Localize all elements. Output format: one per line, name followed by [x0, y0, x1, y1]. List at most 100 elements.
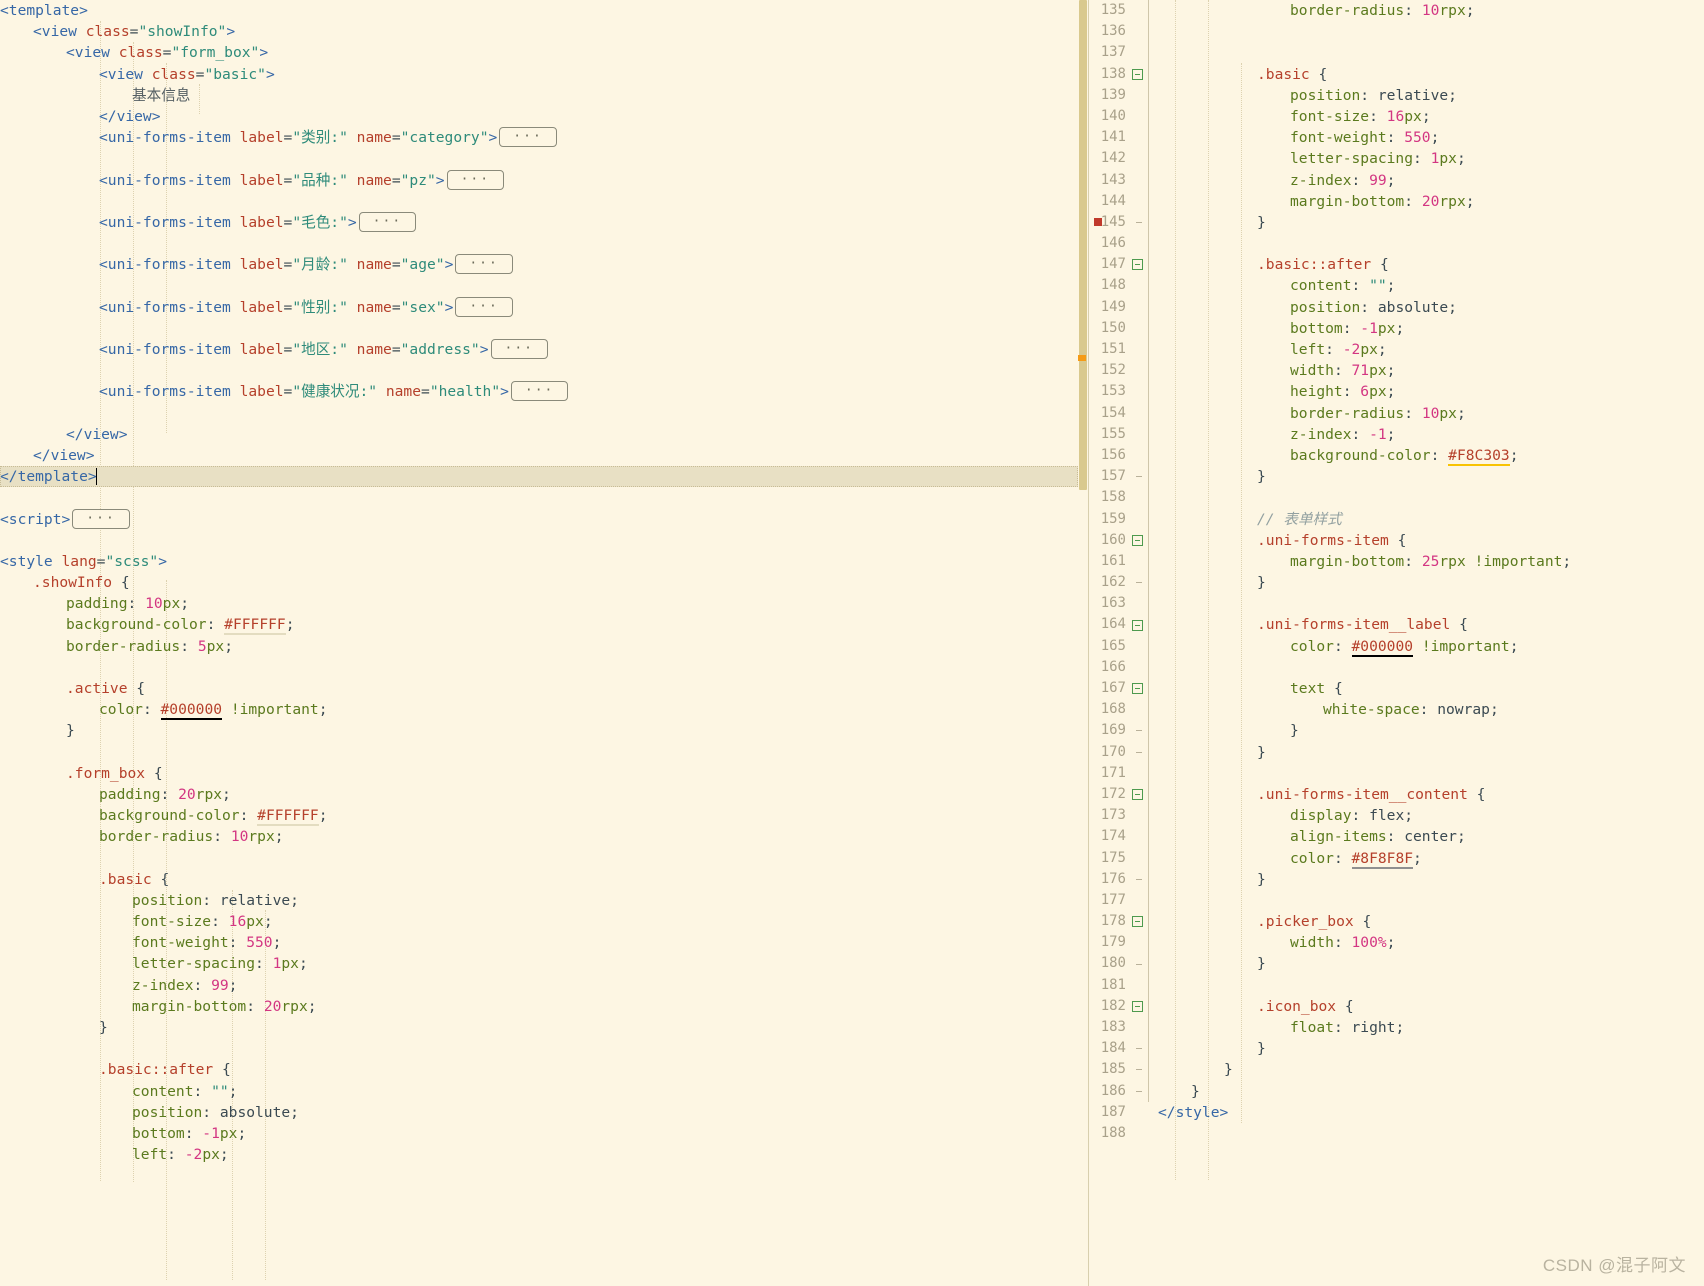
- code-line[interactable]: <view class="form_box">: [0, 42, 1078, 63]
- code-line[interactable]: 140 font-size: 16px;: [1088, 105, 1704, 128]
- collapsed-fold-chip[interactable]: ···: [490, 339, 548, 359]
- code-line[interactable]: position: absolute;: [0, 1102, 1078, 1123]
- fold-toggle-cell[interactable]: [1128, 1000, 1146, 1012]
- code-line[interactable]: .active {: [0, 678, 1078, 699]
- code-line[interactable]: 170}: [1088, 741, 1704, 763]
- collapsed-fold-chip[interactable]: ···: [510, 381, 569, 402]
- code-line[interactable]: 158: [1088, 487, 1704, 509]
- code-line[interactable]: 179 width: 100%;: [1088, 932, 1704, 954]
- code-line[interactable]: <style lang="scss">: [0, 551, 1078, 572]
- code-line[interactable]: 174 align-items: center;: [1088, 826, 1704, 848]
- code-line[interactable]: background-color: #FFFFFF;: [0, 614, 1078, 636]
- code-line[interactable]: z-index: 99;: [0, 975, 1078, 996]
- code-line[interactable]: [0, 848, 1078, 869]
- code-line[interactable]: 164 .uni-forms-item__label {: [1088, 614, 1704, 636]
- code-line[interactable]: 169}: [1088, 720, 1704, 742]
- code-line[interactable]: 137: [1088, 42, 1704, 64]
- code-line[interactable]: [0, 275, 1078, 296]
- code-line[interactable]: 141 font-weight: 550;: [1088, 127, 1704, 149]
- code-line[interactable]: 161 margin-bottom: 25rpx !important;: [1088, 550, 1704, 573]
- code-line[interactable]: font-weight: 550;: [0, 932, 1078, 953]
- code-line[interactable]: </view>: [0, 424, 1078, 445]
- code-line[interactable]: </view>: [0, 106, 1078, 127]
- fold-toggle-cell[interactable]: [1128, 259, 1146, 271]
- code-line[interactable]: 136: [1088, 21, 1704, 43]
- code-line[interactable]: 156 background-color: #F8C303;: [1088, 444, 1704, 467]
- code-line[interactable]: [0, 148, 1078, 169]
- code-line[interactable]: 159 // 表单样式: [1088, 508, 1704, 530]
- collapsed-fold-chip[interactable]: ···: [455, 254, 513, 275]
- code-line[interactable]: 148 content: "";: [1088, 275, 1704, 297]
- code-line[interactable]: 162}: [1088, 572, 1704, 594]
- fold-toggle-cell[interactable]: [1128, 534, 1146, 546]
- fold-collapse-icon[interactable]: [1131, 1000, 1143, 1012]
- code-line[interactable]: <script> ···: [0, 508, 1078, 530]
- code-line[interactable]: position: relative;: [0, 890, 1078, 911]
- collapsed-fold-chip[interactable]: ···: [455, 296, 513, 317]
- code-line[interactable]: bottom: -1px;: [0, 1123, 1078, 1144]
- code-line[interactable]: 143 z-index: 99;: [1088, 169, 1704, 191]
- code-line[interactable]: <uni-forms-item label="性别:" name="sex"> ·…: [0, 296, 1078, 318]
- fold-toggle-cell[interactable]: [1128, 619, 1146, 631]
- editor-pane-right[interactable]: 135 border-radius: 10rpx; 136 137 138 .basic …: [1088, 0, 1704, 1286]
- code-line[interactable]: 147 .basic::after {: [1088, 254, 1704, 276]
- code-line[interactable]: 165 color: #000000 !important;: [1088, 635, 1704, 658]
- fold-toggle-cell[interactable]: [1128, 683, 1146, 695]
- code-line[interactable]: [0, 403, 1078, 424]
- code-line[interactable]: 171: [1088, 762, 1704, 785]
- code-line[interactable]: <view class="showInfo">: [0, 21, 1078, 42]
- code-line[interactable]: 157}: [1088, 466, 1704, 488]
- code-line[interactable]: [0, 360, 1078, 381]
- code-line[interactable]: 172 .uni-forms-item__content {: [1088, 783, 1704, 806]
- code-line[interactable]: 144 margin-bottom: 20rpx;: [1088, 190, 1704, 213]
- code-line[interactable]: .basic {: [0, 869, 1078, 890]
- collapsed-fold-chip[interactable]: ···: [446, 169, 505, 190]
- code-line[interactable]: 146: [1088, 233, 1704, 255]
- code-line[interactable]: 149 position: absolute;: [1088, 296, 1704, 319]
- code-line[interactable]: 150 bottom: -1px;: [1088, 317, 1704, 340]
- code-line[interactable]: 173 display: flex;: [1088, 805, 1704, 827]
- code-line[interactable]: 175 color: #8F8F8F;: [1088, 847, 1704, 869]
- code-line[interactable]: 139 position: relative;: [1088, 84, 1704, 107]
- code-line[interactable]: 145}: [1088, 211, 1704, 234]
- code-line[interactable]: [0, 530, 1078, 551]
- code-line[interactable]: 152 width: 71px;: [1088, 360, 1704, 382]
- code-content-right[interactable]: 135 border-radius: 10rpx; 136 137 138 .basic …: [1088, 0, 1704, 1144]
- code-line[interactable]: color: #000000 !important;: [0, 699, 1078, 721]
- code-line[interactable]: margin-bottom: 20rpx;: [0, 996, 1078, 1017]
- code-line[interactable]: 177: [1088, 889, 1704, 912]
- code-line[interactable]: [0, 1038, 1078, 1059]
- fold-collapse-icon[interactable]: [1131, 683, 1143, 695]
- code-line[interactable]: 155 z-index: -1;: [1088, 423, 1704, 446]
- collapsed-fold-chip[interactable]: ···: [358, 211, 417, 232]
- fold-collapse-icon[interactable]: [1131, 916, 1143, 928]
- editor-pane-left[interactable]: <template> <view class="showInfo"> <view c…: [0, 0, 1078, 1286]
- collapsed-fold-chip[interactable]: ···: [72, 508, 130, 529]
- code-line[interactable]: 176}: [1088, 868, 1704, 891]
- code-line[interactable]: 181: [1088, 974, 1704, 997]
- code-line[interactable]: border-radius: 5px;: [0, 636, 1078, 657]
- fold-collapse-icon[interactable]: [1131, 259, 1143, 271]
- code-line[interactable]: }: [0, 1017, 1078, 1038]
- code-line[interactable]: <uni-forms-item label="类别:" name="catego…: [0, 127, 1078, 148]
- fold-collapse-icon[interactable]: [1131, 619, 1143, 631]
- code-line[interactable]: letter-spacing: 1px;: [0, 953, 1078, 974]
- code-line[interactable]: 187 </style>: [1088, 1102, 1704, 1123]
- code-line[interactable]: 188: [1088, 1123, 1704, 1144]
- code-line[interactable]: 184}: [1088, 1038, 1704, 1060]
- code-line[interactable]: 基本信息: [0, 85, 1078, 106]
- code-line[interactable]: left: -2px;: [0, 1144, 1078, 1165]
- code-line[interactable]: [0, 487, 1078, 508]
- code-line[interactable]: <view class="basic">: [0, 64, 1078, 85]
- code-line[interactable]: background-color: #FFFFFF;: [0, 805, 1078, 827]
- code-line[interactable]: <template>: [0, 0, 1078, 21]
- code-line[interactable]: <uni-forms-item label="毛色:"> ···: [0, 211, 1078, 233]
- code-line[interactable]: </view>: [0, 445, 1078, 466]
- code-line[interactable]: 138 .basic {: [1088, 63, 1704, 85]
- code-line[interactable]: .form_box {: [0, 763, 1078, 784]
- code-line[interactable]: 163: [1088, 593, 1704, 615]
- code-line[interactable]: 167 text {: [1088, 678, 1704, 700]
- fold-toggle-cell[interactable]: [1128, 916, 1146, 928]
- code-content-left[interactable]: <template> <view class="showInfo"> <view c…: [0, 0, 1078, 1165]
- code-line[interactable]: 183 float: right;: [1088, 1017, 1704, 1039]
